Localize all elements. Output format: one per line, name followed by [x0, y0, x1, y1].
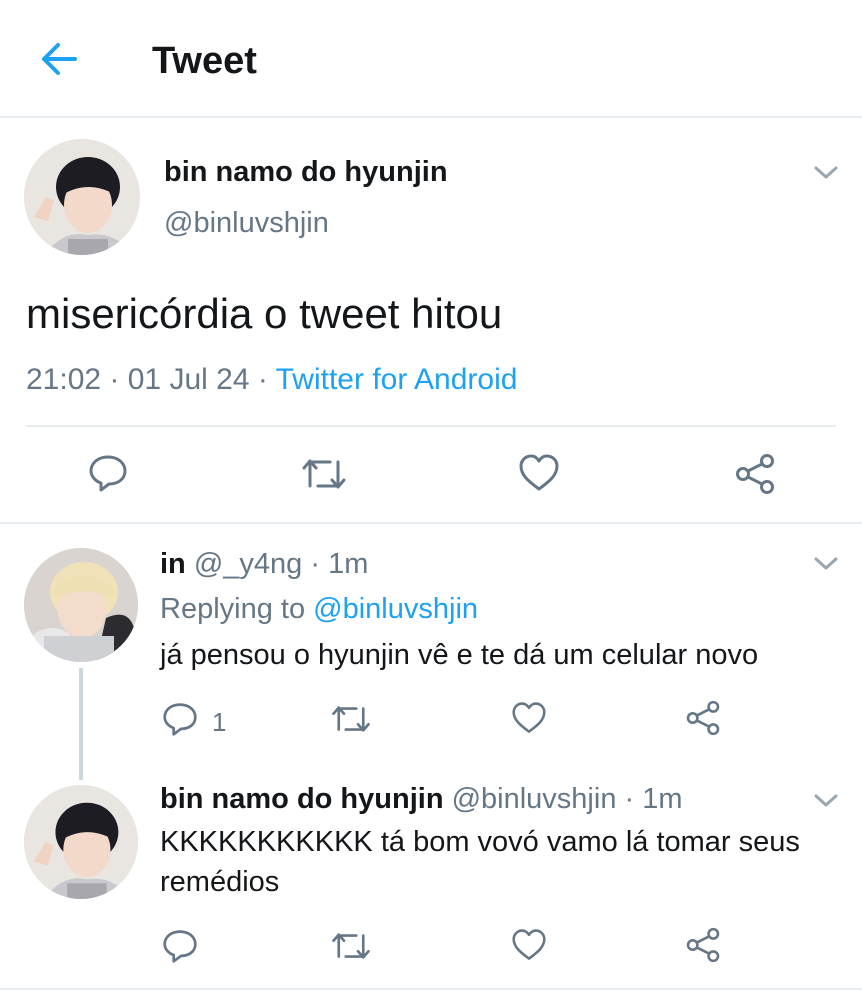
like-icon [511, 701, 547, 740]
author-name[interactable]: bin namo do hyunjin [160, 783, 444, 815]
reply-text: já pensou o hyunjin vê e te dá um celula… [160, 639, 759, 671]
reply-icon [162, 701, 198, 742]
retweet-icon [300, 454, 348, 499]
thread-connector [79, 668, 83, 780]
arrow-left-icon [40, 42, 78, 81]
time-ago: 1m [642, 783, 683, 815]
back-button[interactable] [36, 38, 82, 84]
like-button[interactable] [518, 453, 560, 498]
author-name[interactable]: bin namo do hyunjin [164, 153, 448, 191]
divider [0, 988, 862, 990]
reply-header: in @_y4ng · 1m [160, 548, 369, 580]
retweet-button[interactable] [330, 701, 372, 742]
meta-separator: · [101, 363, 128, 396]
author-name[interactable]: in [160, 548, 186, 580]
like-button[interactable] [511, 928, 547, 967]
avatar[interactable] [24, 139, 140, 255]
retweet-button[interactable] [330, 928, 372, 969]
replying-to-label: Replying to [160, 593, 314, 625]
chevron-down-icon[interactable] [813, 555, 839, 573]
reply-button[interactable] [162, 928, 198, 969]
reply-icon [162, 928, 198, 969]
reply-button[interactable] [88, 453, 128, 498]
tweet-text: misericórdia o tweet hitou [26, 290, 503, 337]
author-handle[interactable]: @binluvshjin [164, 204, 329, 242]
like-icon [518, 453, 560, 498]
share-button[interactable] [685, 927, 721, 968]
retweet-icon [330, 701, 372, 742]
divider [0, 522, 862, 524]
reply-text: KKKKKKKKKKK tá bom vovó vamo lá tomar se… [160, 826, 800, 898]
retweet-icon [330, 928, 372, 969]
avatar[interactable] [24, 548, 138, 662]
divider [26, 425, 836, 427]
replying-to-handle-link[interactable]: @binluvshjin [313, 593, 478, 625]
reply-icon [88, 453, 128, 498]
chevron-down-icon[interactable] [813, 792, 839, 810]
top-app-bar: Tweet [0, 0, 862, 118]
replying-to: Replying to @binluvshjin [160, 590, 478, 628]
share-icon [685, 700, 721, 741]
tweet-meta: 21:02 · 01 Jul 24 · Twitter for Android [26, 360, 517, 400]
author-handle[interactable]: @_y4ng [194, 548, 302, 580]
share-button[interactable] [685, 700, 721, 741]
tweet-source-link[interactable]: Twitter for Android [276, 363, 518, 396]
avatar[interactable] [24, 785, 138, 899]
chevron-down-icon[interactable] [813, 164, 839, 182]
share-icon [734, 453, 776, 500]
page-title: Tweet [152, 40, 257, 82]
share-button[interactable] [734, 453, 776, 500]
retweet-button[interactable] [300, 454, 348, 499]
reply-button[interactable]: 1 [162, 701, 226, 742]
time-ago: 1m [328, 548, 369, 580]
like-button[interactable] [511, 701, 547, 740]
author-handle[interactable]: @binluvshjin [452, 783, 617, 815]
reply-count: 1 [212, 706, 227, 737]
meta-separator: · [249, 363, 276, 396]
reply-header: bin namo do hyunjin @binluvshjin · 1m [160, 783, 683, 815]
share-icon [685, 927, 721, 968]
tweet-date: 01 Jul 24 [127, 363, 250, 396]
like-icon [511, 928, 547, 967]
tweet-time: 21:02 [26, 363, 102, 396]
